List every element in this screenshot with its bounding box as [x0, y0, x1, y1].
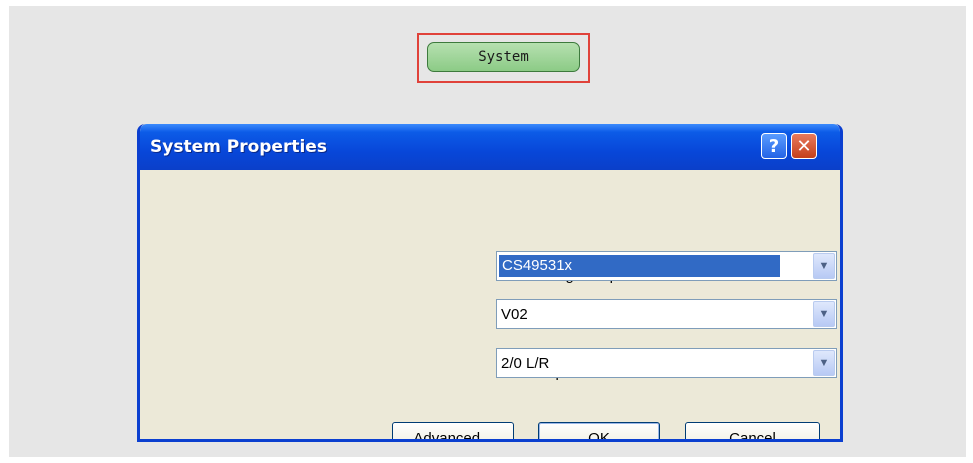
close-icon[interactable]: ✕: [791, 133, 817, 159]
target-chip-select[interactable]: CS49531x ▼: [496, 251, 837, 281]
system-node[interactable]: System: [427, 42, 580, 72]
system-properties-dialog: System Properties ? ✕ Target chip CS4953…: [137, 124, 843, 442]
dialog-titlebar[interactable]: System Properties ? ✕: [140, 124, 840, 170]
target-chip-value: CS49531x: [499, 255, 780, 277]
chevron-down-icon[interactable]: ▼: [813, 350, 835, 376]
firmware-version-value: V02: [501, 306, 528, 323]
advanced-button[interactable]: Advanced...: [392, 422, 514, 439]
help-icon[interactable]: ?: [761, 133, 787, 159]
firmware-version-select[interactable]: V02 ▼: [496, 299, 837, 329]
dialog-body: Target chip CS49531x ▼ Firmware version …: [140, 170, 840, 439]
ok-button[interactable]: OK: [538, 422, 660, 439]
chevron-down-icon[interactable]: ▼: [813, 301, 835, 327]
pcm-input-mode-value: 2/0 L/R: [501, 355, 550, 372]
pcm-input-mode-select[interactable]: 2/0 L/R ▼: [496, 348, 837, 378]
system-node-selection[interactable]: System: [417, 33, 590, 83]
dialog-title: System Properties: [150, 137, 327, 157]
chevron-down-icon[interactable]: ▼: [813, 253, 835, 279]
cancel-button[interactable]: Cancel: [685, 422, 820, 439]
